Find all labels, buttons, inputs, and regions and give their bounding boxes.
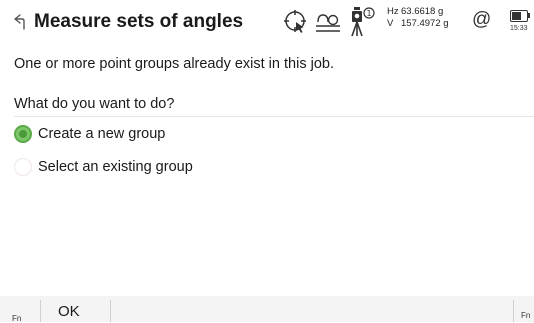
ok-button[interactable]: OK <box>58 303 80 320</box>
option-select-existing-group[interactable]: Select an existing group <box>14 155 193 179</box>
softkey-bar: Fn OK Fn <box>0 296 534 323</box>
fn-key-right[interactable]: Fn <box>521 311 530 320</box>
target-icon[interactable] <box>282 8 308 34</box>
question-label: What do you want to do? <box>14 96 175 112</box>
battery-status[interactable]: 15:33 <box>506 8 532 38</box>
hz-label: Hz <box>387 6 399 17</box>
page-title: Measure sets of angles <box>34 11 244 32</box>
softkey-divider <box>40 300 41 322</box>
battery-fill <box>512 12 522 20</box>
svg-text:1: 1 <box>366 9 371 18</box>
radio-selected[interactable] <box>14 125 32 143</box>
option-create-new-group[interactable]: Create a new group <box>14 122 165 146</box>
back-arrow-icon <box>14 14 25 30</box>
at-icon[interactable]: @ <box>472 9 491 31</box>
hz-value: 63.6618 g <box>401 6 444 17</box>
option-label: Select an existing group <box>38 159 193 175</box>
info-message: One or more point groups already exist i… <box>14 56 334 72</box>
softkey-divider <box>513 300 514 322</box>
softkey-divider <box>110 300 111 322</box>
battery-icon <box>510 10 528 22</box>
battery-nub <box>528 13 530 18</box>
divider <box>14 116 534 117</box>
back-button[interactable] <box>8 9 30 35</box>
level-icon[interactable] <box>315 11 341 35</box>
title-bar: Measure sets of angles 1 Hz 63.6618 g V … <box>0 0 534 44</box>
angle-readout[interactable]: Hz 63.6618 g V 157.4972 g <box>387 6 449 30</box>
option-label: Create a new group <box>38 126 166 142</box>
instrument-icon[interactable]: 1 <box>349 4 377 38</box>
v-value: 157.4972 g <box>401 18 449 29</box>
clock: 15:33 <box>510 25 528 32</box>
v-label: V <box>387 18 394 29</box>
radio-unselected[interactable] <box>14 158 32 176</box>
